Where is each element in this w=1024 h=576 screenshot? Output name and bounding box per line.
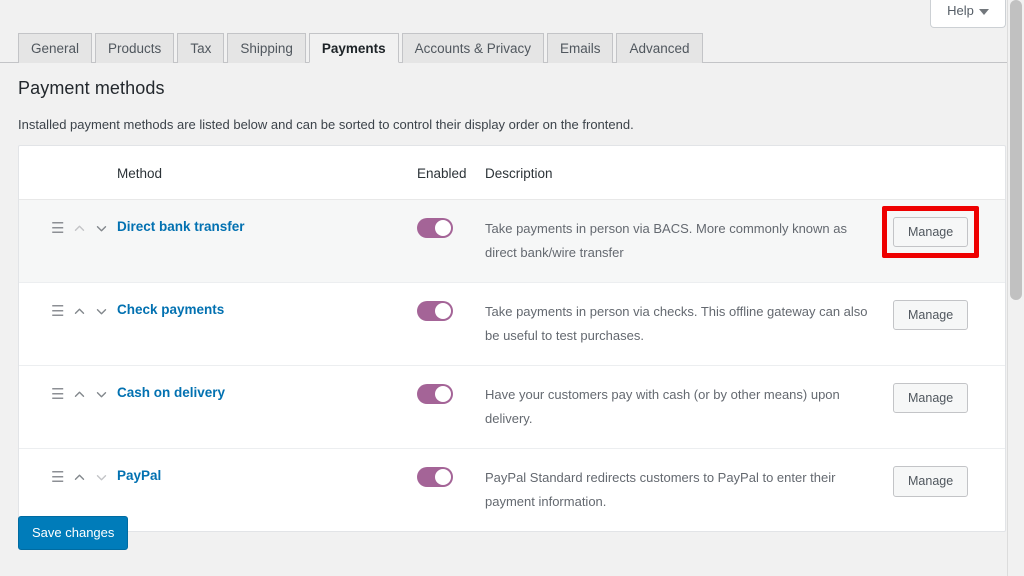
enable-toggle[interactable] bbox=[417, 218, 453, 238]
move-up-icon[interactable] bbox=[73, 471, 86, 484]
tab-payments[interactable]: Payments bbox=[309, 33, 399, 63]
method-description: Have your customers pay with cash (or by… bbox=[485, 383, 893, 431]
row-sort-cell: ☰ bbox=[19, 366, 117, 449]
tabs: GeneralProductsTaxShippingPaymentsAccoun… bbox=[0, 31, 1007, 62]
page-scrollbar-thumb[interactable] bbox=[1010, 0, 1022, 300]
sort-controls: ☰ bbox=[51, 466, 117, 485]
help-bar: Help bbox=[0, 0, 1024, 28]
method-description: Take payments in person via checks. This… bbox=[485, 300, 893, 348]
row-method-cell: Direct bank transfer bbox=[117, 200, 417, 283]
drag-handle-icon[interactable]: ☰ bbox=[51, 304, 64, 319]
tab-advanced[interactable]: Advanced bbox=[616, 33, 702, 63]
page-scrollbar[interactable] bbox=[1007, 0, 1024, 576]
method-name-link[interactable]: PayPal bbox=[117, 466, 161, 483]
row-sort-cell: ☰ bbox=[19, 283, 117, 366]
move-up-icon[interactable] bbox=[73, 222, 86, 235]
tab-accounts-privacy[interactable]: Accounts & Privacy bbox=[402, 33, 544, 63]
toggle-knob bbox=[435, 386, 451, 402]
table-row: ☰ Check payments Take payments in person v… bbox=[19, 283, 1005, 366]
row-enabled-cell bbox=[417, 449, 485, 532]
move-down-icon[interactable] bbox=[95, 388, 108, 401]
sort-controls: ☰ bbox=[51, 300, 117, 319]
tab-shipping[interactable]: Shipping bbox=[227, 33, 306, 63]
toggle-knob bbox=[435, 220, 451, 236]
manage-button[interactable]: Manage bbox=[893, 300, 968, 330]
method-description: PayPal Standard redirects customers to P… bbox=[485, 466, 893, 514]
row-enabled-cell bbox=[417, 283, 485, 366]
payment-methods-table: Method Enabled Description ☰ Direct bank … bbox=[19, 146, 1005, 531]
enable-toggle[interactable] bbox=[417, 467, 453, 487]
method-name-link[interactable]: Direct bank transfer bbox=[117, 217, 245, 234]
help-button-label: Help bbox=[947, 3, 974, 18]
row-sort-cell: ☰ bbox=[19, 200, 117, 283]
sort-controls: ☰ bbox=[51, 217, 117, 236]
row-description-cell: PayPal Standard redirects customers to P… bbox=[485, 449, 893, 532]
column-header-method: Method bbox=[117, 146, 417, 200]
enable-toggle[interactable] bbox=[417, 384, 453, 404]
tab-general[interactable]: General bbox=[18, 33, 92, 63]
page-description: Installed payment methods are listed bel… bbox=[18, 117, 634, 132]
method-description: Take payments in person via BACS. More c… bbox=[485, 217, 893, 265]
move-up-icon[interactable] bbox=[73, 388, 86, 401]
drag-handle-icon[interactable]: ☰ bbox=[51, 221, 64, 236]
table-body: ☰ Direct bank transfer Take payments in pe… bbox=[19, 200, 1005, 532]
enable-toggle[interactable] bbox=[417, 301, 453, 321]
manage-button[interactable]: Manage bbox=[893, 217, 968, 247]
row-description-cell: Take payments in person via checks. This… bbox=[485, 283, 893, 366]
row-description-cell: Take payments in person via BACS. More c… bbox=[485, 200, 893, 283]
tab-tax[interactable]: Tax bbox=[177, 33, 224, 63]
table-row: ☰ Direct bank transfer Take payments in pe… bbox=[19, 200, 1005, 283]
drag-handle-icon[interactable]: ☰ bbox=[51, 470, 64, 485]
help-button[interactable]: Help bbox=[930, 0, 1006, 28]
move-down-icon[interactable] bbox=[95, 471, 108, 484]
tab-emails[interactable]: Emails bbox=[547, 33, 614, 63]
row-method-cell: PayPal bbox=[117, 449, 417, 532]
row-enabled-cell bbox=[417, 366, 485, 449]
table-head: Method Enabled Description bbox=[19, 146, 1005, 200]
toggle-knob bbox=[435, 303, 451, 319]
sort-controls: ☰ bbox=[51, 383, 117, 402]
move-down-icon[interactable] bbox=[95, 305, 108, 318]
column-header-sort bbox=[19, 146, 117, 200]
drag-handle-icon[interactable]: ☰ bbox=[51, 387, 64, 402]
row-action-cell: Manage bbox=[893, 200, 1005, 283]
move-down-icon[interactable] bbox=[95, 222, 108, 235]
move-up-icon[interactable] bbox=[73, 305, 86, 318]
table-row: ☰ Cash on delivery Have your customers pay… bbox=[19, 366, 1005, 449]
toggle-knob bbox=[435, 469, 451, 485]
column-header-description: Description bbox=[485, 146, 893, 200]
table-header-row: Method Enabled Description bbox=[19, 146, 1005, 200]
row-action-cell: Manage bbox=[893, 283, 1005, 366]
chevron-down-icon bbox=[979, 9, 989, 15]
row-enabled-cell bbox=[417, 200, 485, 283]
table-row: ☰ PayPal PayPal Standard redirects custome… bbox=[19, 449, 1005, 532]
row-description-cell: Have your customers pay with cash (or by… bbox=[485, 366, 893, 449]
column-header-action bbox=[893, 146, 1005, 200]
page-title: Payment methods bbox=[18, 78, 165, 99]
row-method-cell: Check payments bbox=[117, 283, 417, 366]
tab-products[interactable]: Products bbox=[95, 33, 174, 63]
row-action-cell: Manage bbox=[893, 366, 1005, 449]
row-method-cell: Cash on delivery bbox=[117, 366, 417, 449]
method-name-link[interactable]: Check payments bbox=[117, 300, 224, 317]
settings-tab-bar: GeneralProductsTaxShippingPaymentsAccoun… bbox=[0, 31, 1007, 63]
manage-button[interactable]: Manage bbox=[893, 466, 968, 496]
method-name-link[interactable]: Cash on delivery bbox=[117, 383, 225, 400]
column-header-enabled: Enabled bbox=[417, 146, 485, 200]
manage-button[interactable]: Manage bbox=[893, 383, 968, 413]
row-action-cell: Manage bbox=[893, 449, 1005, 532]
save-changes-button[interactable]: Save changes bbox=[18, 516, 128, 550]
payment-methods-card: Method Enabled Description ☰ Direct bank … bbox=[18, 145, 1006, 532]
